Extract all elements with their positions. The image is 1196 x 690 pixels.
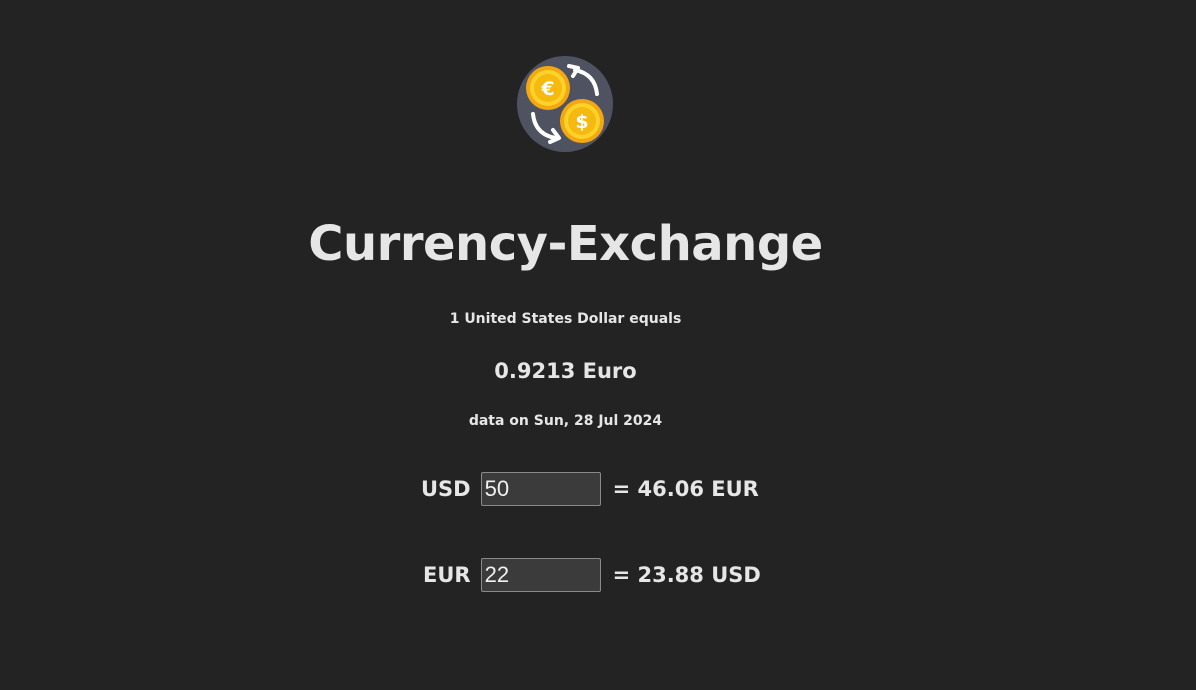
converted-result: = 23.88 USD (612, 563, 761, 587)
exchange-rate-value: 0.9213 Euro (494, 359, 637, 383)
usd-amount-input[interactable] (480, 472, 601, 506)
currency-exchange-icon: € $ (517, 56, 613, 152)
converted-result: = 46.06 EUR (612, 477, 759, 501)
usd-converter-row: USD = 46.06 EUR (421, 472, 759, 506)
currency-code-label: EUR (423, 563, 471, 587)
app-page: € $ Currency-Exchange 1 United States Do… (0, 0, 1196, 690)
eur-converter-row: EUR = 23.88 USD (423, 558, 761, 592)
page-title: Currency-Exchange (308, 216, 823, 272)
currency-code-label: USD (421, 477, 471, 501)
rate-date-label: data on Sun, 28 Jul 2024 (468, 413, 663, 429)
svg-text:$: $ (575, 111, 588, 133)
svg-text:€: € (540, 78, 554, 100)
rate-equals-label: 1 United States Dollar equals (449, 311, 682, 327)
eur-amount-input[interactable] (480, 558, 601, 592)
